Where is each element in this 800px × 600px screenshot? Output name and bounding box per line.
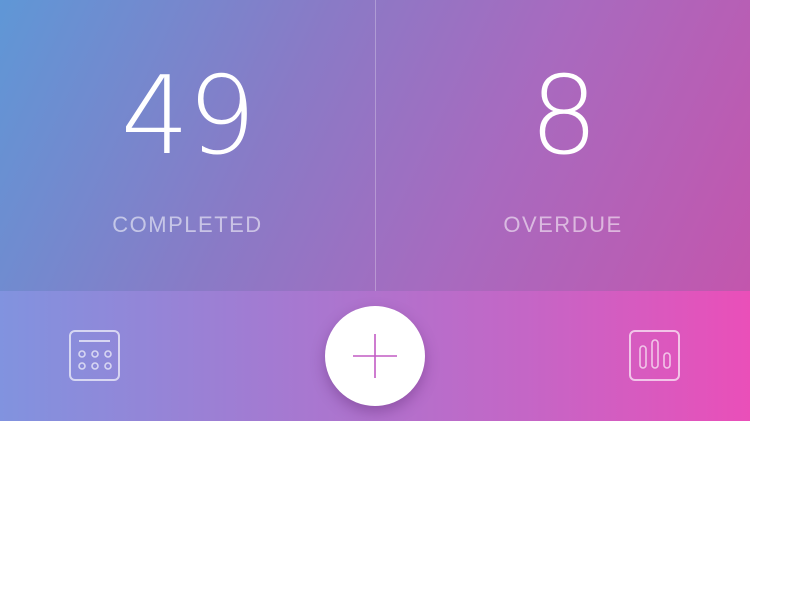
overdue-label: OVERDUE: [503, 212, 623, 237]
overdue-stat: 8 OVERDUE: [375, 0, 750, 291]
add-task-button[interactable]: [325, 306, 425, 406]
completed-count: 49: [120, 54, 256, 179]
completed-stat: 49 COMPLETED: [0, 0, 375, 291]
app-card: 49 COMPLETED 8 OVERDUE: [0, 0, 750, 421]
bottom-toolbar: [0, 291, 750, 421]
calendar-icon: [69, 330, 120, 381]
plus-icon: [353, 334, 397, 378]
bar-chart-icon: [629, 330, 680, 381]
stats-panel: 49 COMPLETED 8 OVERDUE: [0, 0, 750, 291]
completed-label: COMPLETED: [112, 212, 263, 237]
stats-button[interactable]: [629, 330, 681, 382]
calendar-button[interactable]: [69, 330, 121, 382]
overdue-count: 8: [529, 54, 599, 179]
